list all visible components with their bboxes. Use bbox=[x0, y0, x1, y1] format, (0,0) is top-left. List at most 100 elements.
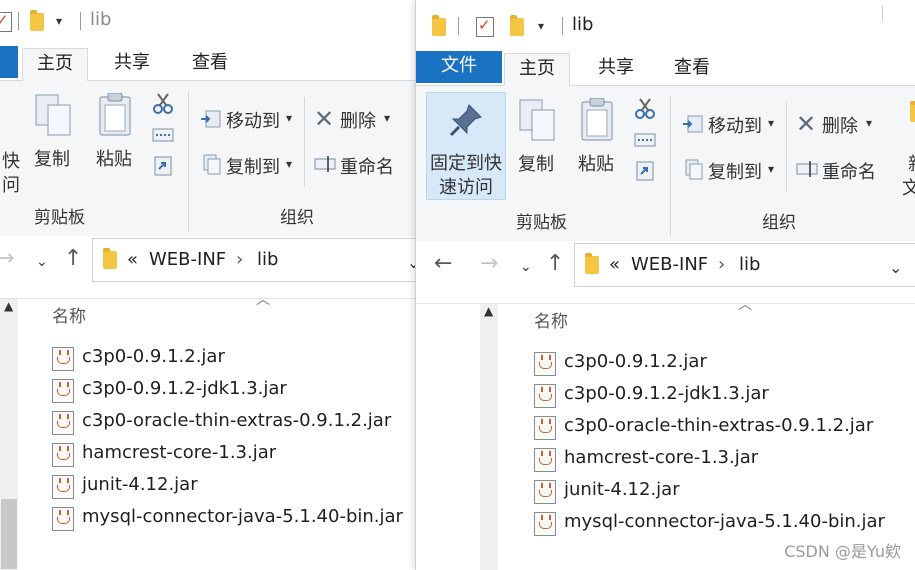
scrollbar-thumb[interactable] bbox=[1, 499, 17, 569]
jar-file-icon bbox=[534, 448, 556, 472]
new-folder-icon[interactable] bbox=[910, 101, 915, 122]
recent-locations-chevron-icon[interactable]: ⌄ bbox=[520, 259, 532, 275]
column-header-name[interactable]: 名称 bbox=[534, 307, 568, 332]
file-list-pane: ▲ ︿ 名称 c3p0-0.9.1.2.jar c3p0-0.9.1.2-jdk… bbox=[416, 297, 915, 570]
pin-to-quick-access-button[interactable]: 固定到快 速访问 bbox=[426, 92, 506, 200]
pin-quick-access-label[interactable]: 快 bbox=[2, 147, 20, 173]
jar-file-icon bbox=[534, 480, 556, 504]
sort-ascending-icon: ︿ bbox=[256, 292, 270, 308]
scroll-up-icon[interactable]: ▲ bbox=[4, 299, 13, 313]
paste-shortcut-icon[interactable] bbox=[153, 155, 173, 177]
breadcrumb-lib[interactable]: lib bbox=[257, 249, 278, 270]
tab-file[interactable]: 文件 bbox=[416, 51, 502, 83]
copy-path-icon[interactable] bbox=[634, 132, 656, 148]
jar-file-icon bbox=[52, 347, 74, 371]
address-dropdown-chevron-icon[interactable]: ⌄ bbox=[407, 253, 415, 272]
quick-access-dropdown-icon[interactable]: ▾ bbox=[538, 19, 544, 33]
vertical-scrollbar[interactable]: ▲ bbox=[0, 299, 18, 570]
title-separator bbox=[458, 17, 459, 35]
rename-label: 重命名 bbox=[340, 157, 394, 178]
tab-share[interactable]: 共享 bbox=[100, 48, 164, 80]
chevron-down-icon: ▾ bbox=[866, 116, 873, 130]
new-folder-icon[interactable] bbox=[510, 15, 524, 36]
paste-shortcut-icon[interactable] bbox=[635, 160, 655, 182]
recent-locations-chevron-icon[interactable]: ⌄ bbox=[36, 254, 48, 270]
properties-check-icon[interactable] bbox=[476, 16, 494, 37]
breadcrumb-overflow[interactable]: « bbox=[127, 249, 138, 270]
ribbon-home: 固定到快 速访问 复制 粘贴 剪贴板 移动到 ▾ 复制到 ▾ ✕ 删除 ▾ 重命… bbox=[416, 86, 915, 243]
pin-icon bbox=[449, 104, 482, 137]
quick-access-dropdown-icon[interactable]: ▾ bbox=[56, 14, 62, 28]
file-name: mysql-connector-java-5.1.40-bin.jar bbox=[82, 506, 403, 527]
tab-view[interactable]: 查看 bbox=[660, 53, 724, 85]
paste-button[interactable]: 粘贴 bbox=[94, 91, 140, 171]
pin-label-line1: 固定到快 bbox=[430, 153, 502, 174]
copy-icon bbox=[35, 94, 71, 136]
copy-to-label: 复制到 bbox=[226, 157, 280, 178]
delete-button[interactable]: ✕ 删除 ▾ bbox=[312, 105, 398, 133]
delete-label: 删除 bbox=[340, 111, 376, 132]
properties-check-icon[interactable] bbox=[0, 11, 12, 32]
breadcrumb-lib[interactable]: lib bbox=[739, 254, 760, 275]
rename-button[interactable]: 重命名 bbox=[794, 156, 890, 184]
new-folder-label[interactable]: 文 bbox=[902, 174, 915, 200]
paste-button[interactable]: 粘贴 bbox=[576, 96, 622, 176]
tab-file[interactable] bbox=[0, 46, 18, 78]
up-arrow-icon[interactable]: ↑ bbox=[546, 251, 564, 276]
tab-home[interactable]: 主页 bbox=[22, 48, 88, 82]
cut-icon[interactable] bbox=[152, 93, 174, 115]
file-name: c3p0-oracle-thin-extras-0.9.1.2.jar bbox=[564, 415, 874, 436]
move-to-icon bbox=[201, 110, 221, 128]
forward-arrow-icon[interactable]: → bbox=[480, 251, 498, 276]
scroll-up-icon[interactable]: ▲ bbox=[484, 304, 493, 318]
file-name: c3p0-0.9.1.2.jar bbox=[82, 346, 225, 367]
copy-to-icon bbox=[203, 154, 221, 175]
title-separator bbox=[80, 12, 81, 30]
folder-icon bbox=[432, 15, 446, 36]
tab-home[interactable]: 主页 bbox=[504, 53, 570, 87]
file-name: junit-4.12.jar bbox=[82, 474, 198, 495]
address-bar[interactable]: « WEB-INF › lib ⌄ bbox=[574, 243, 915, 287]
move-to-button[interactable]: 移动到 ▾ bbox=[198, 105, 298, 133]
address-dropdown-chevron-icon[interactable]: ⌄ bbox=[889, 258, 902, 277]
copy-button[interactable]: 复制 bbox=[514, 96, 560, 176]
folder-icon bbox=[103, 248, 117, 269]
column-header-name[interactable]: 名称 bbox=[52, 302, 86, 327]
new-folder-icon[interactable] bbox=[30, 10, 44, 31]
copy-to-button[interactable]: 复制到 ▾ bbox=[198, 151, 298, 179]
file-name: hamcrest-core-1.3.jar bbox=[82, 442, 277, 463]
move-to-button[interactable]: 移动到 ▾ bbox=[680, 110, 780, 138]
vertical-scrollbar[interactable]: ▲ bbox=[480, 304, 498, 570]
title-bar: ▾ lib bbox=[416, 5, 915, 45]
pin-quick-access-label[interactable]: 问 bbox=[2, 171, 20, 197]
breadcrumb-separator-icon: › bbox=[236, 249, 244, 270]
delete-button[interactable]: ✕ 删除 ▾ bbox=[794, 110, 880, 138]
breadcrumb-overflow[interactable]: « bbox=[609, 254, 620, 275]
explorer-window-right: ▾ lib 文件 主页 共享 查看 固定到快 速访问 复制 bbox=[415, 0, 915, 570]
move-to-label: 移动到 bbox=[226, 111, 280, 132]
explorer-window-left: ▾ lib 主页 共享 查看 快 问 复制 粘贴 bbox=[0, 0, 415, 570]
forward-arrow-icon[interactable]: → bbox=[0, 246, 14, 271]
window-title: lib bbox=[572, 14, 594, 35]
tab-share[interactable]: 共享 bbox=[584, 53, 648, 85]
back-arrow-icon[interactable]: ← bbox=[434, 251, 452, 276]
address-bar[interactable]: « WEB-INF › lib ⌄ bbox=[92, 238, 415, 282]
rename-button[interactable]: 重命名 bbox=[312, 151, 408, 179]
copy-path-icon[interactable] bbox=[152, 127, 174, 143]
group-organize-label: 组织 bbox=[762, 213, 796, 233]
tab-view[interactable]: 查看 bbox=[178, 48, 242, 80]
breadcrumb-web-inf[interactable]: WEB-INF bbox=[149, 249, 226, 270]
file-name: c3p0-0.9.1.2.jar bbox=[564, 351, 707, 372]
ribbon-home: 快 问 复制 粘贴 剪贴板 移动到 ▾ 复制到 ▾ ✕ 删除 ▾ 重命名 组织 bbox=[0, 81, 415, 238]
up-arrow-icon[interactable]: ↑ bbox=[64, 246, 82, 271]
folder-icon bbox=[585, 253, 599, 274]
ribbon-tabs: 主页 共享 查看 bbox=[0, 40, 415, 82]
copy-button[interactable]: 复制 bbox=[30, 91, 76, 171]
breadcrumb-web-inf[interactable]: WEB-INF bbox=[631, 254, 708, 275]
jar-file-icon bbox=[52, 379, 74, 403]
copy-to-button[interactable]: 复制到 ▾ bbox=[680, 156, 780, 184]
group-divider bbox=[188, 91, 189, 231]
file-name: mysql-connector-java-5.1.40-bin.jar bbox=[564, 511, 885, 532]
cut-icon[interactable] bbox=[634, 98, 656, 120]
new-folder-label[interactable]: 新 bbox=[908, 150, 915, 176]
